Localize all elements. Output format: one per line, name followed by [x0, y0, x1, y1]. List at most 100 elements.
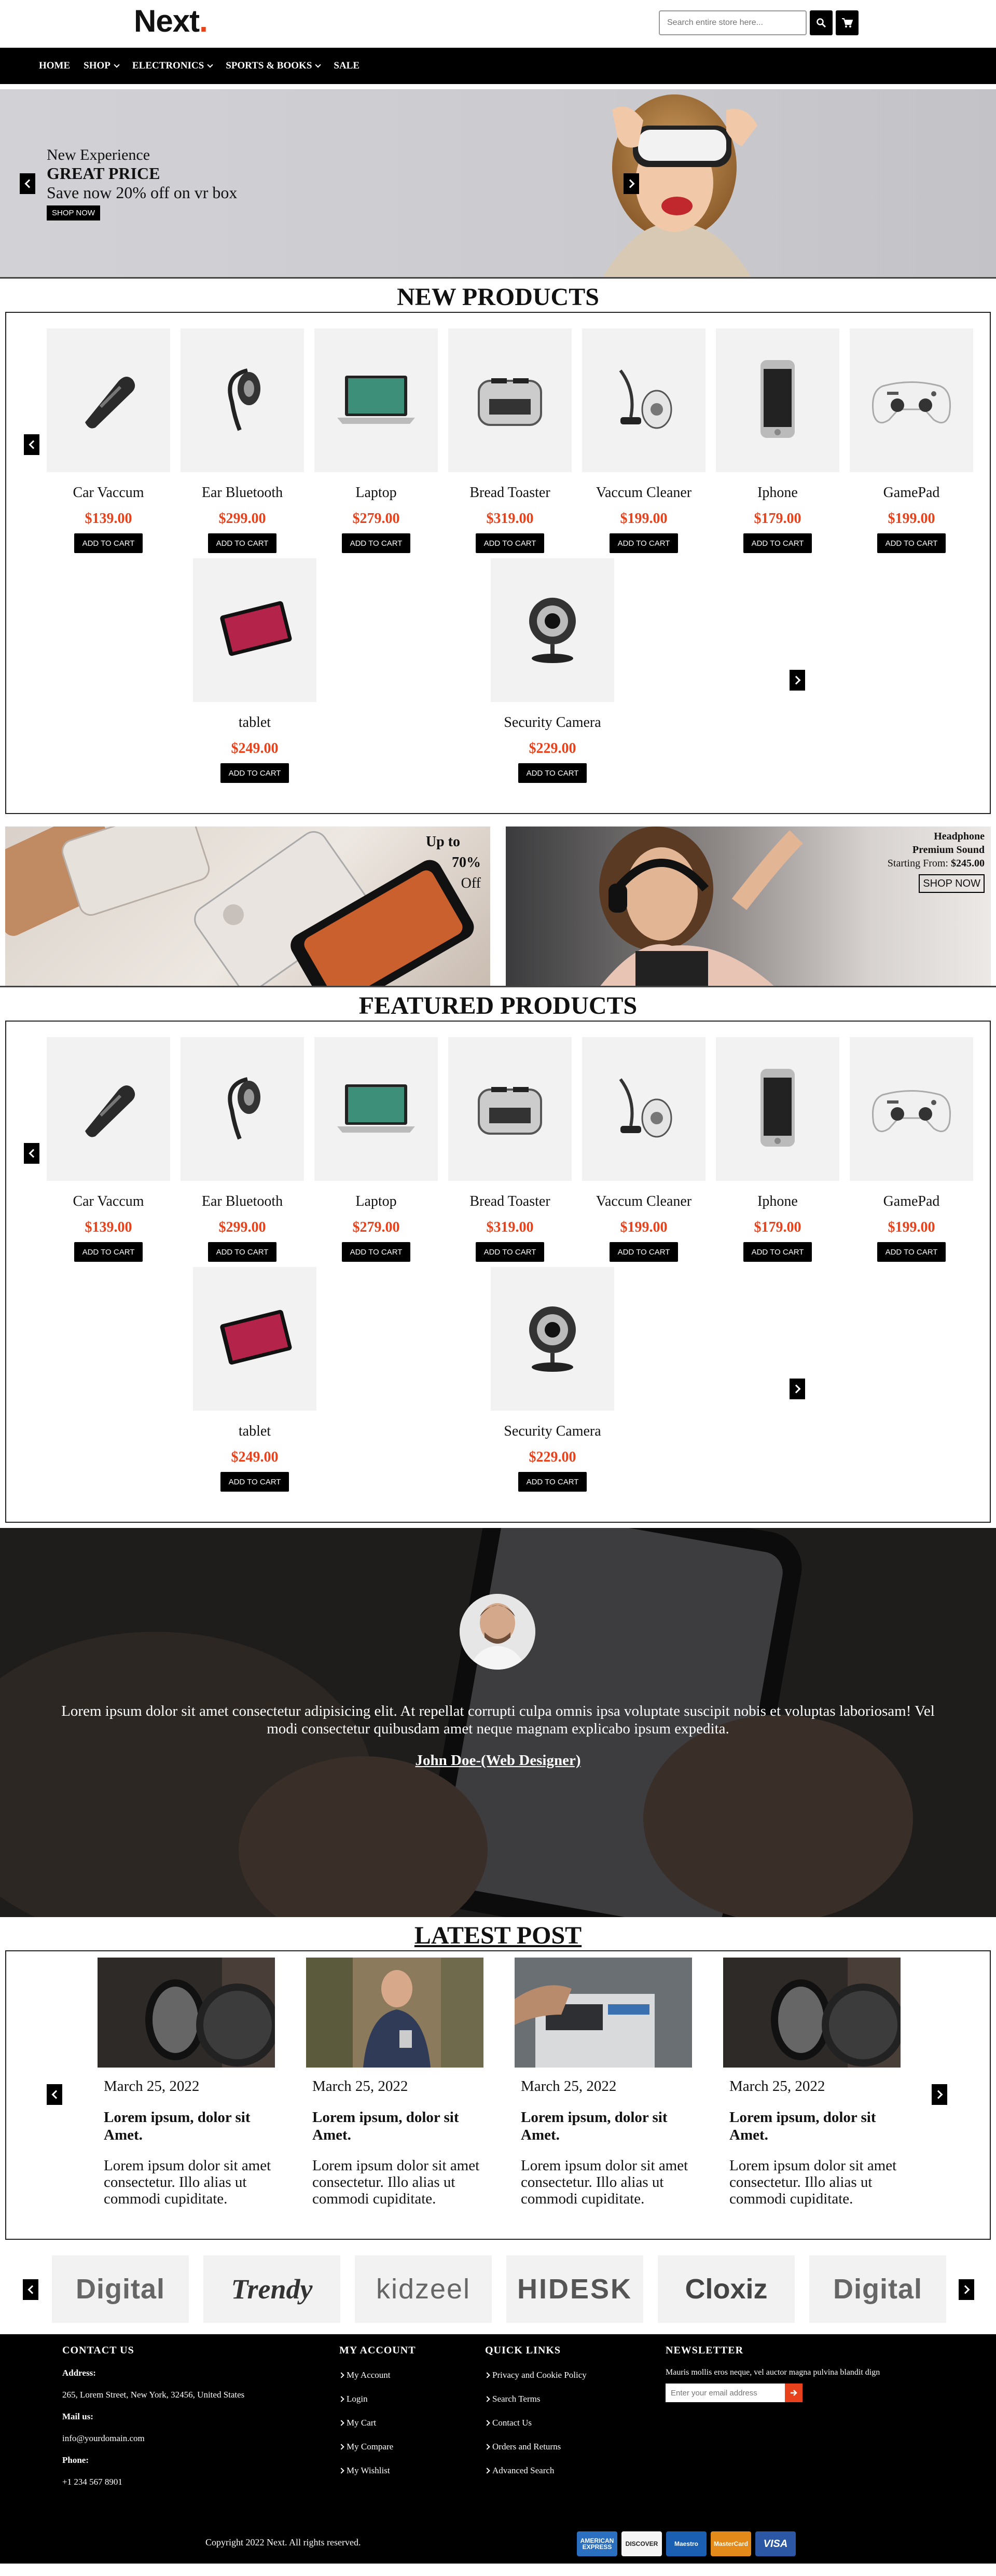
featured-product-card[interactable]: tablet $249.00 ADD TO CART	[193, 1267, 316, 1492]
nav-electronics[interactable]: ELECTRONICS	[132, 60, 213, 72]
product-name[interactable]: Laptop	[314, 485, 438, 501]
footer-account-link[interactable]: Login	[338, 2394, 474, 2404]
add-to-cart-button[interactable]: ADD TO CART	[518, 1472, 587, 1492]
brand-logo-hidesk[interactable]: HIDESK	[506, 2255, 643, 2323]
banner-iphone[interactable]: Up to 70% Off	[5, 826, 490, 986]
footer-quick-link[interactable]: Orders and Returns	[484, 2442, 656, 2452]
product-name[interactable]: Security Camera	[491, 1423, 614, 1440]
search-input[interactable]	[659, 10, 807, 35]
hero-prev-button[interactable]	[20, 173, 35, 194]
post-image[interactable]	[723, 1958, 901, 2068]
product-image[interactable]	[448, 328, 572, 472]
footer-account-link[interactable]: My Compare	[338, 2442, 474, 2452]
newsletter-email-input[interactable]	[666, 2384, 785, 2402]
hero-shop-now-button[interactable]: SHOP NOW	[47, 205, 101, 221]
hero-next-button[interactable]	[624, 173, 639, 194]
latest-post-next-button[interactable]	[932, 2084, 947, 2105]
add-to-cart-button[interactable]: ADD TO CART	[208, 1242, 276, 1262]
featured-product-card[interactable]: GamePad $199.00 ADD TO CART	[850, 1037, 973, 1262]
product-image[interactable]	[448, 1037, 572, 1181]
add-to-cart-button[interactable]: ADD TO CART	[220, 1472, 289, 1492]
nav-sports-books[interactable]: SPORTS & BOOKS	[226, 60, 322, 72]
product-name[interactable]: tablet	[193, 1423, 316, 1440]
post-image[interactable]	[306, 1958, 483, 2068]
product-name[interactable]: Ear Bluetooth	[181, 1193, 304, 1210]
product-name[interactable]: Vaccum Cleaner	[582, 485, 706, 501]
footer-quick-link[interactable]: Advanced Search	[484, 2465, 656, 2476]
product-name[interactable]: Bread Toaster	[448, 485, 572, 501]
product-image[interactable]	[582, 1037, 706, 1181]
brand-logo-digital[interactable]: Digital	[809, 2255, 946, 2323]
search-button[interactable]	[810, 10, 833, 35]
banner-headphone[interactable]: Headphone Premium Sound Starting From: $…	[506, 826, 991, 986]
product-name[interactable]: Ear Bluetooth	[181, 485, 304, 501]
product-name[interactable]: Vaccum Cleaner	[582, 1193, 706, 1210]
mail-value[interactable]: info@yourdomain.com	[62, 2433, 332, 2444]
post-card[interactable]: March 25, 2022 Lorem ipsum, dolor sit Ame…	[723, 1958, 901, 2207]
product-image[interactable]	[716, 328, 839, 472]
add-to-cart-button[interactable]: ADD TO CART	[476, 533, 544, 553]
product-name[interactable]: GamePad	[850, 485, 973, 501]
featured-product-card[interactable]: Car Vaccum $139.00 ADD TO CART	[47, 1037, 170, 1262]
brand-prev-button[interactable]	[23, 2279, 38, 2300]
cart-button[interactable]	[836, 10, 859, 35]
brand-next-button[interactable]	[959, 2279, 974, 2300]
featured-product-card[interactable]: Iphone $179.00 ADD TO CART	[716, 1037, 839, 1262]
new-product-card[interactable]: Vaccum Cleaner $199.00 ADD TO CART	[582, 328, 706, 553]
post-title[interactable]: Lorem ipsum, dolor sit Amet.	[515, 2109, 692, 2144]
product-image[interactable]	[314, 1037, 438, 1181]
add-to-cart-button[interactable]: ADD TO CART	[342, 533, 410, 553]
new-product-card[interactable]: GamePad $199.00 ADD TO CART	[850, 328, 973, 553]
new-product-card[interactable]: tablet $249.00 ADD TO CART	[193, 558, 316, 783]
product-image[interactable]	[491, 1267, 614, 1411]
featured-products-prev-button[interactable]	[24, 1143, 39, 1164]
brand-logo-kidzeel[interactable]: kidzeel	[355, 2255, 492, 2323]
latest-post-prev-button[interactable]	[47, 2084, 62, 2105]
add-to-cart-button[interactable]: ADD TO CART	[610, 533, 678, 553]
banner-shop-now-button[interactable]: SHOP NOW	[919, 874, 985, 893]
featured-products-next-button[interactable]	[790, 1379, 805, 1399]
product-name[interactable]: Iphone	[716, 1193, 839, 1210]
product-image[interactable]	[193, 1267, 316, 1411]
phone-value[interactable]: +1 234 567 8901	[62, 2477, 332, 2487]
nav-home[interactable]: HOME	[39, 60, 70, 72]
add-to-cart-button[interactable]: ADD TO CART	[476, 1242, 544, 1262]
post-title[interactable]: Lorem ipsum, dolor sit Amet.	[723, 2109, 901, 2144]
product-image[interactable]	[850, 328, 973, 472]
nav-sale[interactable]: SALE	[334, 60, 359, 72]
new-product-card[interactable]: Laptop $279.00 ADD TO CART	[314, 328, 438, 553]
featured-product-card[interactable]: Laptop $279.00 ADD TO CART	[314, 1037, 438, 1262]
post-card[interactable]: March 25, 2022 Lorem ipsum, dolor sit Ame…	[98, 1958, 275, 2207]
new-products-prev-button[interactable]	[24, 434, 39, 455]
add-to-cart-button[interactable]: ADD TO CART	[877, 533, 946, 553]
product-name[interactable]: Bread Toaster	[448, 1193, 572, 1210]
product-image[interactable]	[582, 328, 706, 472]
product-image[interactable]	[193, 558, 316, 702]
product-name[interactable]: tablet	[193, 714, 316, 731]
new-product-card[interactable]: Security Camera $229.00 ADD TO CART	[491, 558, 614, 783]
product-name[interactable]: Car Vaccum	[47, 1193, 170, 1210]
post-image[interactable]	[98, 1958, 275, 2068]
product-image[interactable]	[47, 328, 170, 472]
featured-product-card[interactable]: Ear Bluetooth $299.00 ADD TO CART	[181, 1037, 304, 1262]
product-name[interactable]: Car Vaccum	[47, 485, 170, 501]
post-title[interactable]: Lorem ipsum, dolor sit Amet.	[98, 2109, 275, 2144]
add-to-cart-button[interactable]: ADD TO CART	[610, 1242, 678, 1262]
product-image[interactable]	[181, 1037, 304, 1181]
brand-logo-cloxiz[interactable]: Cloxiz	[658, 2255, 795, 2323]
new-product-card[interactable]: Car Vaccum $139.00 ADD TO CART	[47, 328, 170, 553]
add-to-cart-button[interactable]: ADD TO CART	[743, 533, 812, 553]
logo[interactable]: Next.	[134, 3, 208, 39]
footer-account-link[interactable]: My Wishlist	[338, 2465, 474, 2476]
add-to-cart-button[interactable]: ADD TO CART	[208, 533, 276, 553]
new-products-next-button[interactable]	[790, 670, 805, 691]
add-to-cart-button[interactable]: ADD TO CART	[743, 1242, 812, 1262]
product-image[interactable]	[716, 1037, 839, 1181]
footer-quick-link[interactable]: Privacy and Cookie Policy	[484, 2370, 656, 2380]
footer-account-link[interactable]: My Account	[338, 2370, 474, 2380]
add-to-cart-button[interactable]: ADD TO CART	[518, 763, 587, 783]
product-name[interactable]: Iphone	[716, 485, 839, 501]
product-image[interactable]	[491, 558, 614, 702]
post-image[interactable]	[515, 1958, 692, 2068]
new-product-card[interactable]: Bread Toaster $319.00 ADD TO CART	[448, 328, 572, 553]
